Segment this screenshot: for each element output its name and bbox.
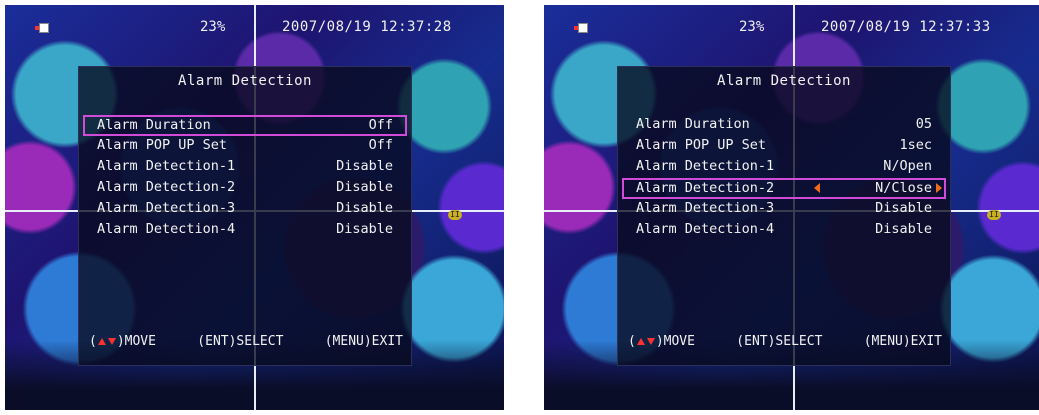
menu-item-label: Alarm Detection-4 [636, 221, 775, 237]
menu-item-alarm-popup-set[interactable]: Alarm POP UP Set 1sec [626, 136, 942, 157]
record-icon [574, 23, 592, 33]
channel-icon: II [448, 210, 462, 220]
menu-item-label: Alarm POP UP Set [636, 137, 767, 153]
down-arrow-icon [646, 338, 655, 345]
move-hint: ( )MOVE [89, 334, 156, 349]
menu-footer-hints: ( )MOVE (ENT)SELECT (MENU)EXIT [89, 334, 403, 349]
decrease-arrow-icon[interactable] [814, 183, 820, 193]
menu-item-label: Alarm Detection-3 [636, 200, 775, 216]
disk-usage: 23% [739, 19, 765, 35]
up-arrow-icon [97, 338, 106, 345]
menu-item-value: 05 [915, 116, 932, 132]
menu-item-label: Alarm Detection-4 [97, 221, 236, 237]
menu-item-value: Off [368, 117, 393, 133]
menu-item-alarm-detection-4[interactable]: Alarm Detection-4 Disable [87, 220, 403, 241]
menu-item-label: Alarm Detection-3 [97, 200, 236, 216]
down-arrow-icon [107, 338, 116, 345]
menu-item-alarm-detection-2[interactable]: Alarm Detection-2 N/Close [622, 178, 946, 199]
menu-footer-hints: ( )MOVE (ENT)SELECT (MENU)EXIT [628, 334, 942, 349]
alarm-detection-menu: Alarm Detection Alarm Duration 05 Alarm … [617, 66, 951, 366]
status-bar: 23% 2007/08/19 12:37:33 [544, 19, 1039, 39]
select-hint: (ENT)SELECT [197, 334, 284, 349]
menu-item-label: Alarm POP UP Set [97, 137, 228, 153]
menu-item-value: 1sec [899, 137, 932, 153]
menu-item-value: Disable [336, 179, 393, 195]
menu-title: Alarm Detection [178, 73, 312, 89]
menu-item-value: Off [368, 137, 393, 153]
menu-item-alarm-detection-3[interactable]: Alarm Detection-3 Disable [626, 199, 942, 220]
exit-hint: (MENU)EXIT [324, 334, 403, 349]
menu-item-value: N/Open [883, 158, 932, 174]
menu-item-label: Alarm Duration [636, 116, 750, 132]
menu-item-label: Alarm Detection-1 [636, 158, 775, 174]
menu-item-value: Disable [336, 221, 393, 237]
dvr-screen-right: 23% 2007/08/19 12:37:33 II Alarm Detecti… [544, 5, 1039, 410]
menu-item-alarm-popup-set[interactable]: Alarm POP UP Set Off [87, 136, 403, 157]
disk-usage: 23% [200, 19, 226, 35]
menu-item-alarm-detection-2[interactable]: Alarm Detection-2 Disable [87, 178, 403, 199]
increase-arrow-icon[interactable] [936, 183, 942, 193]
menu-item-value: Disable [336, 200, 393, 216]
menu-item-alarm-detection-4[interactable]: Alarm Detection-4 Disable [626, 220, 942, 241]
menu-item-label: Alarm Duration [97, 117, 211, 133]
menu-item-alarm-detection-3[interactable]: Alarm Detection-3 Disable [87, 199, 403, 220]
dvr-screen-left: 23% 2007/08/19 12:37:28 II Alarm Detecti… [5, 5, 504, 410]
datetime: 2007/08/19 12:37:28 [282, 19, 452, 35]
menu-item-label: Alarm Detection-2 [636, 180, 775, 196]
menu-item-value: N/Close [875, 180, 932, 196]
alarm-detection-menu: Alarm Detection Alarm Duration Off Alarm… [78, 66, 412, 366]
datetime: 2007/08/19 12:37:33 [821, 19, 991, 35]
menu-item-value: Disable [875, 200, 932, 216]
menu-item-alarm-detection-1[interactable]: Alarm Detection-1 Disable [87, 157, 403, 178]
menu-item-value: Disable [336, 158, 393, 174]
status-bar: 23% 2007/08/19 12:37:28 [5, 19, 504, 39]
menu-item-alarm-detection-1[interactable]: Alarm Detection-1 N/Open [626, 157, 942, 178]
up-arrow-icon [636, 338, 645, 345]
channel-icon: II [987, 210, 1001, 220]
select-hint: (ENT)SELECT [736, 334, 823, 349]
exit-hint: (MENU)EXIT [863, 334, 942, 349]
record-icon [35, 23, 53, 33]
menu-item-label: Alarm Detection-2 [97, 179, 236, 195]
menu-item-value: Disable [875, 221, 932, 237]
menu-title: Alarm Detection [717, 73, 851, 89]
menu-item-alarm-duration[interactable]: Alarm Duration 05 [626, 115, 942, 136]
move-hint: ( )MOVE [628, 334, 695, 349]
menu-item-label: Alarm Detection-1 [97, 158, 236, 174]
menu-item-alarm-duration[interactable]: Alarm Duration Off [83, 115, 407, 136]
